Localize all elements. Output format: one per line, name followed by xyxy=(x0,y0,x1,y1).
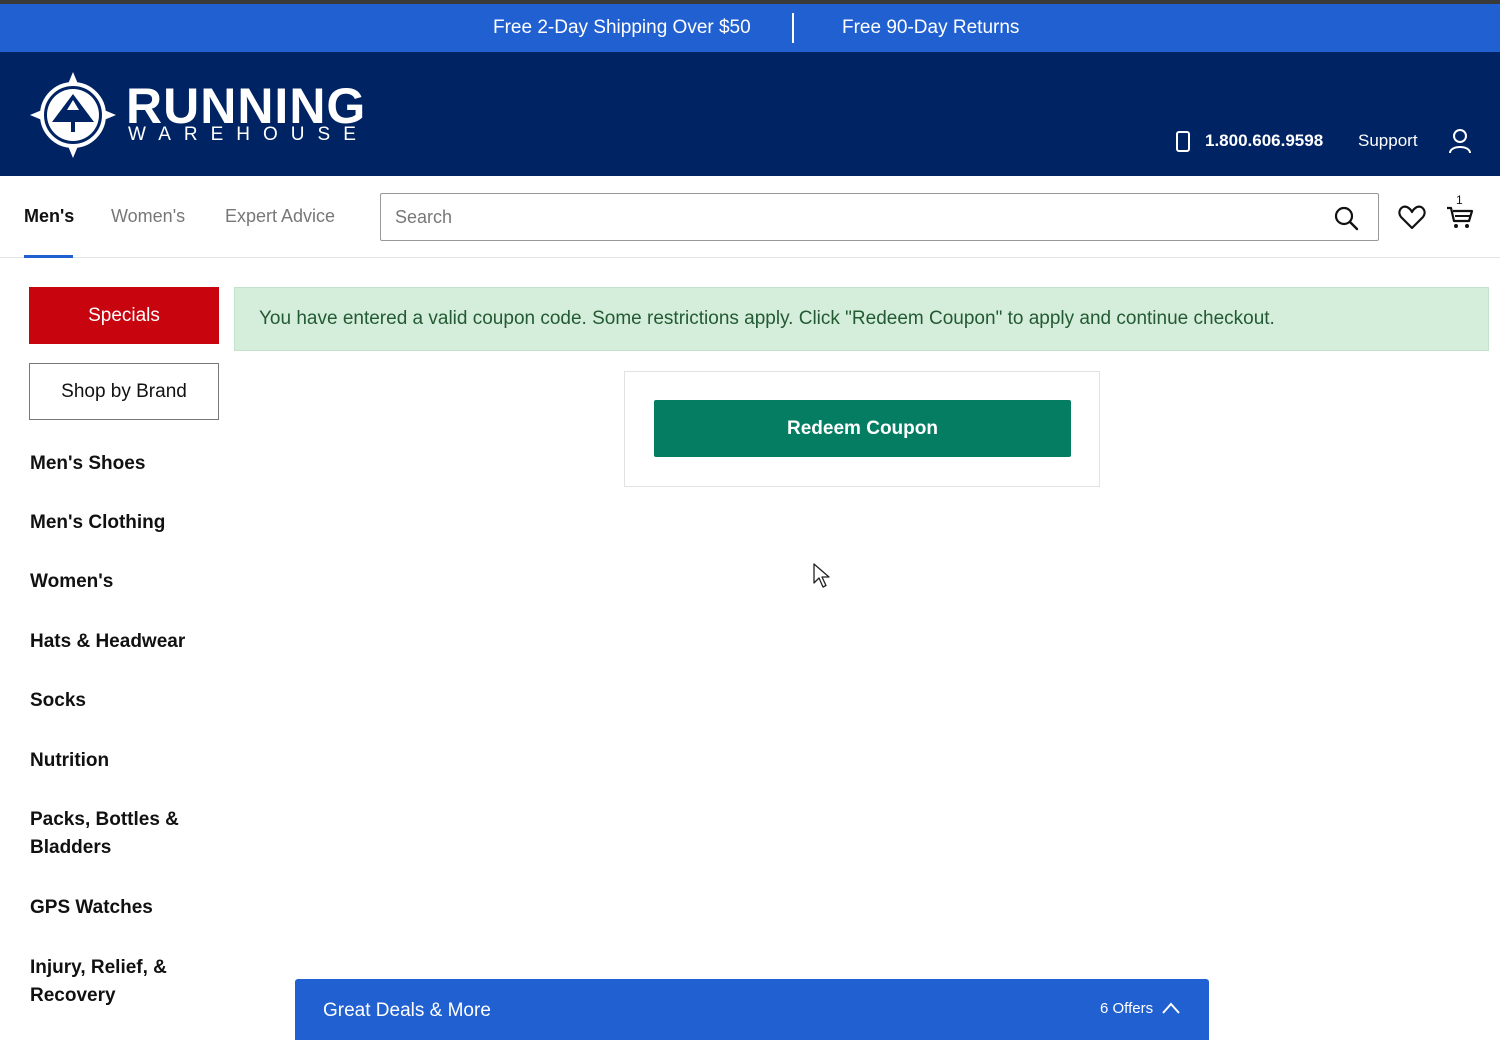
search-box xyxy=(380,193,1379,241)
heart-icon[interactable] xyxy=(1398,204,1426,230)
sidebar-item-mens-shoes[interactable]: Men's Shoes xyxy=(30,450,220,478)
sidebar-item-packs-bottles[interactable]: Packs, Bottles & Bladders xyxy=(30,806,190,862)
logo-subtitle: WAREHOUSE xyxy=(128,124,369,145)
sidebar-item-mens-clothing[interactable]: Men's Clothing xyxy=(30,509,220,537)
promo-returns[interactable]: Free 90-Day Returns xyxy=(842,4,1019,52)
specials-button[interactable]: Specials xyxy=(29,287,219,344)
account-icon[interactable] xyxy=(1448,128,1472,154)
sidebar-item-nutrition[interactable]: Nutrition xyxy=(30,747,220,775)
tab-womens[interactable]: Women's xyxy=(111,204,185,228)
cursor-icon xyxy=(813,563,830,588)
main-nav: Men's Women's Expert Advice 1 xyxy=(0,176,1500,258)
active-tab-underline xyxy=(24,255,73,258)
sidebar-item-socks[interactable]: Socks xyxy=(30,687,220,715)
deals-offer-count: 6 Offers xyxy=(1100,1000,1154,1017)
sidebar-item-injury-recovery[interactable]: Injury, Relief, & Recovery xyxy=(30,954,180,1010)
coupon-card: Redeem Coupon xyxy=(624,371,1100,487)
tab-mens[interactable]: Men's xyxy=(24,204,74,228)
chevron-up-icon[interactable] xyxy=(1161,1001,1181,1015)
coupon-success-alert: You have entered a valid coupon code. So… xyxy=(234,287,1489,351)
shop-by-brand-button[interactable]: Shop by Brand xyxy=(29,363,219,420)
sidebar-item-womens[interactable]: Women's xyxy=(30,568,220,596)
promo-shipping[interactable]: Free 2-Day Shipping Over $50 xyxy=(493,4,751,52)
redeem-coupon-button[interactable]: Redeem Coupon xyxy=(654,400,1071,457)
cart-icon[interactable] xyxy=(1446,204,1474,230)
site-header: RUNNING WAREHOUSE 1.800.606.9598 Support xyxy=(0,52,1500,176)
phone-number-link[interactable]: 1.800.606.9598 xyxy=(1205,130,1323,152)
phone-icon xyxy=(1176,131,1190,152)
promo-divider xyxy=(792,13,794,43)
tab-expert-advice[interactable]: Expert Advice xyxy=(225,204,335,228)
logo-compass-icon xyxy=(30,72,116,158)
search-input[interactable] xyxy=(381,194,1321,240)
support-link[interactable]: Support xyxy=(1358,130,1418,152)
site-logo[interactable]: RUNNING WAREHOUSE xyxy=(28,70,365,160)
promo-bar: Free 2-Day Shipping Over $50 Free 90-Day… xyxy=(0,4,1500,52)
great-deals-bar[interactable]: Great Deals & More 6 Offers xyxy=(295,979,1209,1040)
search-icon[interactable] xyxy=(1333,205,1359,231)
sidebar-item-gps-watches[interactable]: GPS Watches xyxy=(30,894,220,922)
sidebar-item-hats-headwear[interactable]: Hats & Headwear xyxy=(30,628,220,656)
deals-title: Great Deals & More xyxy=(323,1000,491,1021)
